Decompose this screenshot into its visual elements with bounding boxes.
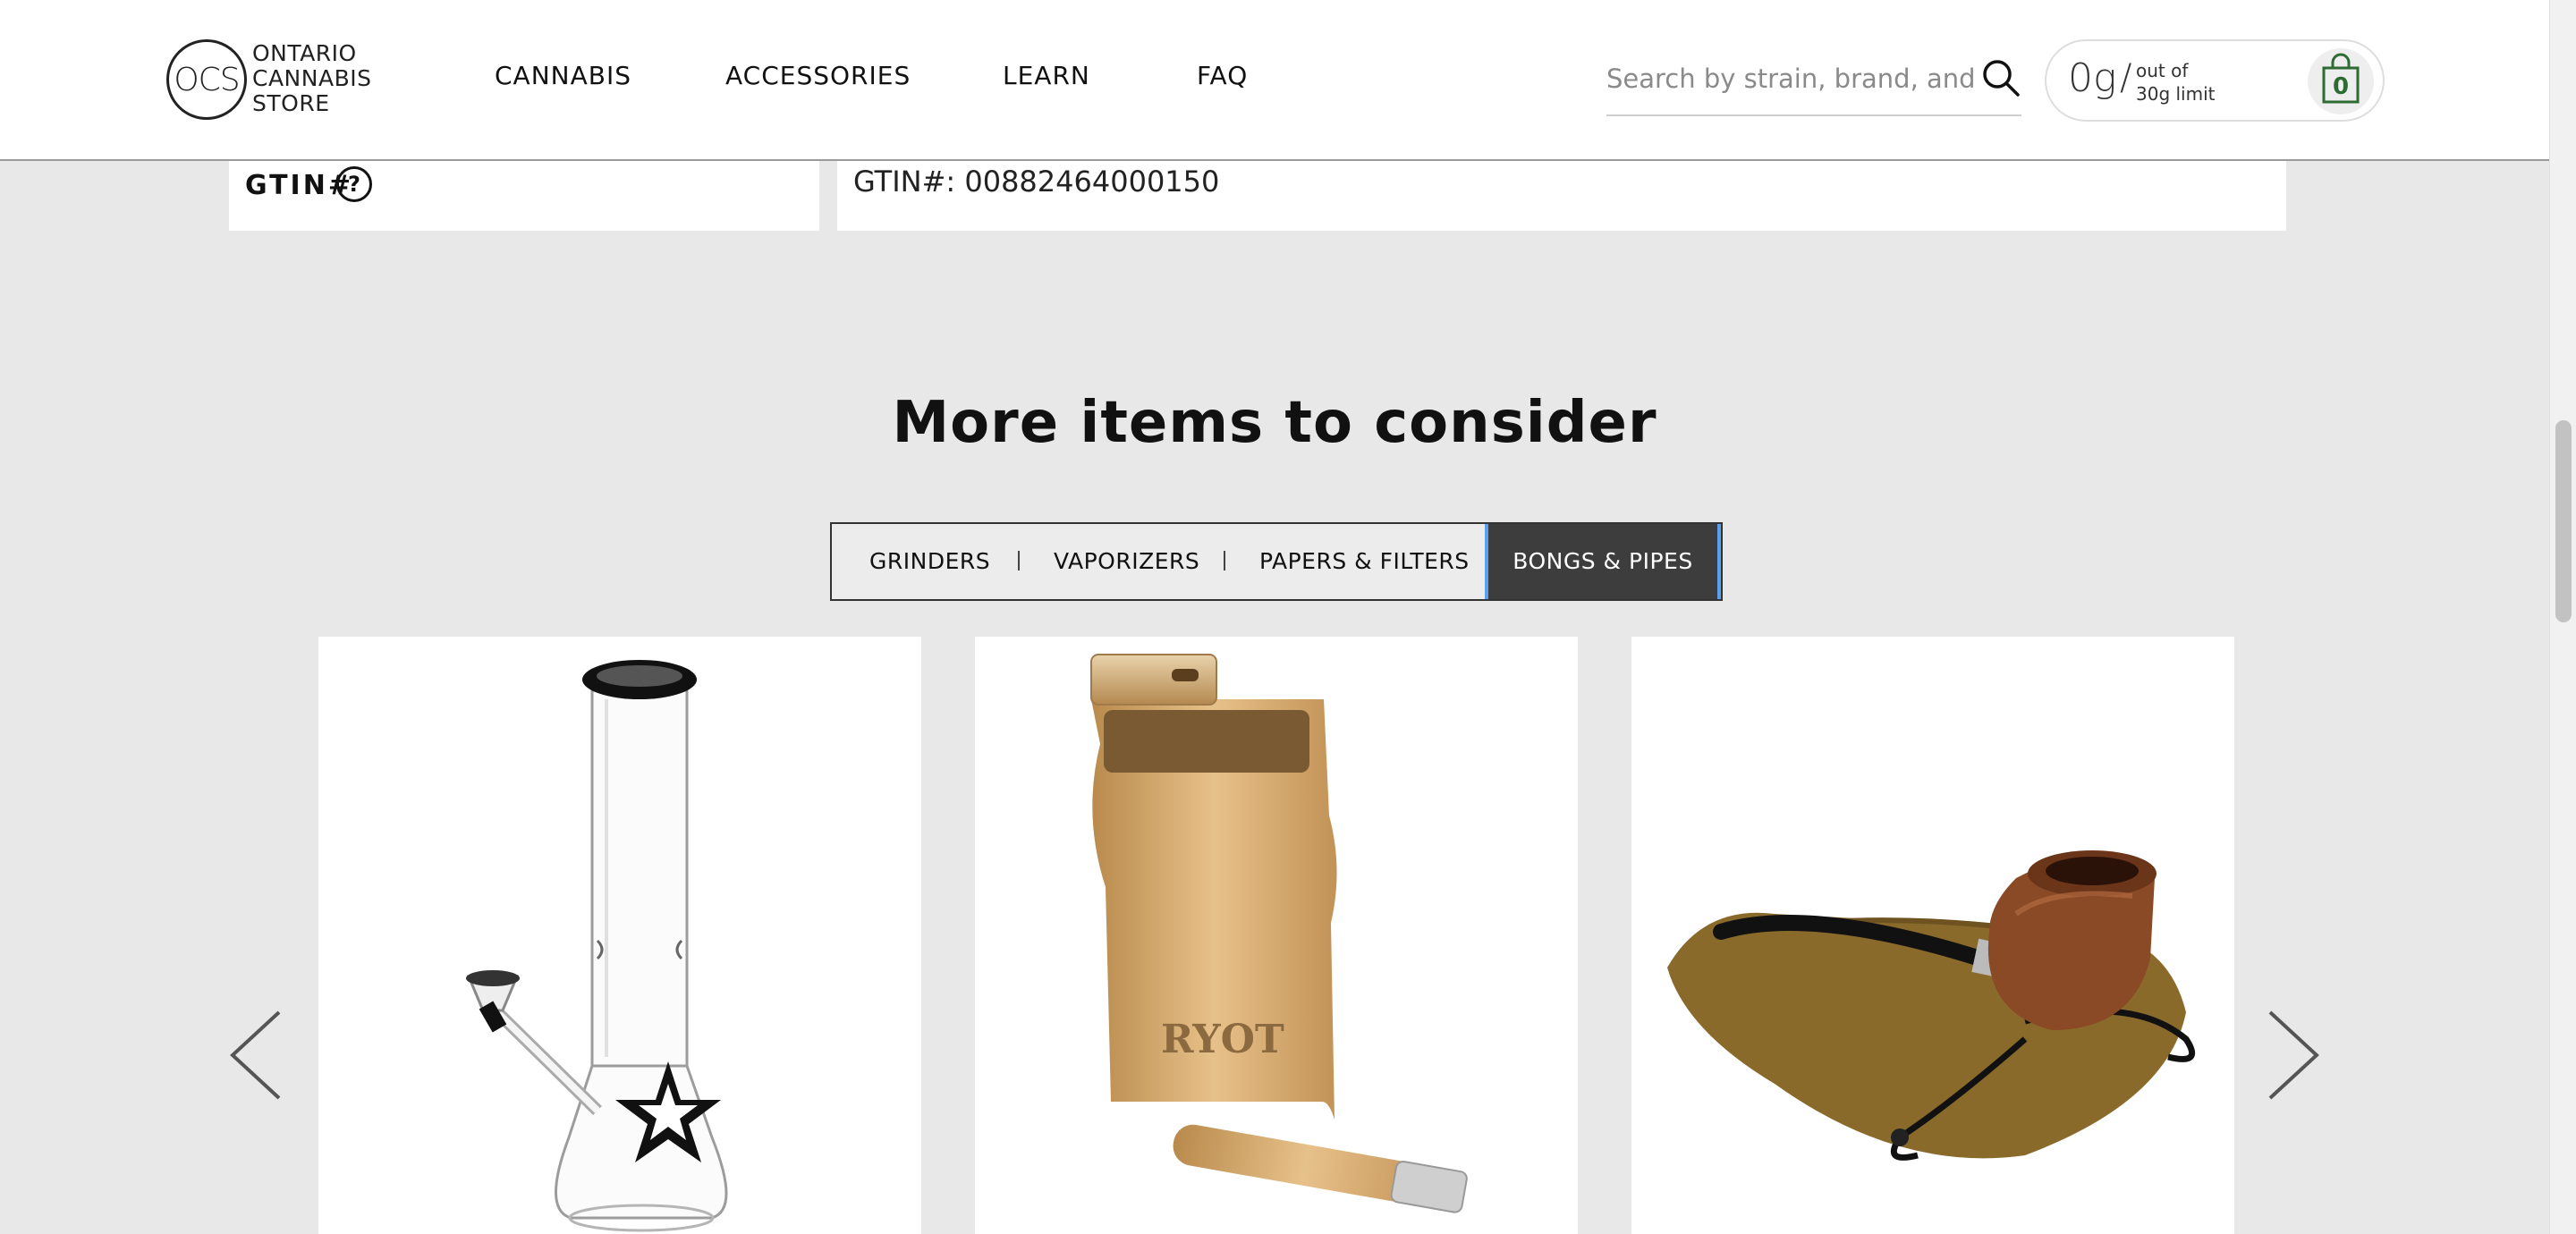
limit-amount: 0g: [2068, 55, 2117, 101]
gtin-value: GTIN#: 00882464000150: [853, 165, 1220, 199]
logo-mark: OCS: [166, 39, 247, 120]
search-bar: [1606, 54, 2021, 116]
product-card-bong[interactable]: [318, 637, 921, 1234]
scrollbar-thumb[interactable]: [2555, 420, 2572, 622]
page-scrollbar[interactable]: [2549, 0, 2576, 1234]
search-input[interactable]: [1606, 54, 1973, 104]
search-icon[interactable]: [1980, 57, 2021, 98]
cart-count: 0: [2332, 73, 2350, 100]
nav-learn[interactable]: LEARN: [1003, 61, 1090, 90]
nav-cannabis[interactable]: CANNABIS: [495, 61, 631, 90]
wooden-pipe-image: [1667, 850, 2196, 1161]
product-card-dugout[interactable]: RYOT: [975, 637, 1578, 1234]
tab-bongs-pipes[interactable]: BONGS & PIPES: [1485, 524, 1721, 599]
purchase-limit-widget[interactable]: 0g / out of 30g limit 0: [2045, 39, 2385, 122]
carousel-prev-arrow-icon[interactable]: [227, 1009, 284, 1102]
tab-vaporizers[interactable]: VAPORIZERS: [1054, 524, 1199, 599]
logo-line-1: ONTARIO: [252, 40, 357, 66]
limit-label-line-1: out of: [2136, 60, 2189, 81]
site-header: OCS ONTARIO CANNABIS STORE CANNABIS ACCE…: [0, 0, 2549, 161]
ocs-logo[interactable]: OCS ONTARIO CANNABIS STORE: [166, 39, 399, 122]
logo-line-2: CANNABIS: [252, 65, 372, 91]
limit-label: out of 30g limit: [2136, 59, 2216, 106]
product-card-pipe[interactable]: [1631, 637, 2234, 1234]
logo-line-3: STORE: [252, 90, 330, 116]
tab-grinders[interactable]: GRINDERS: [869, 524, 990, 599]
cart-button[interactable]: 0: [2308, 48, 2374, 114]
limit-label-line-2: 30g limit: [2136, 83, 2216, 105]
tab-divider: [1224, 551, 1225, 571]
bamboo-dugout-image: RYOT: [1090, 654, 1468, 1213]
help-icon[interactable]: ?: [336, 166, 372, 202]
limit-separator: /: [2120, 57, 2132, 98]
tab-divider: [1018, 551, 1020, 571]
tab-papers-filters[interactable]: PAPERS & FILTERS: [1259, 524, 1470, 599]
logo-wordmark: ONTARIO CANNABIS STORE: [252, 41, 371, 116]
carousel-next-arrow-icon[interactable]: [2265, 1009, 2322, 1102]
ryot-brand-mark: RYOT: [1161, 1017, 1284, 1062]
category-tabs: GRINDERS VAPORIZERS PAPERS & FILTERS BON…: [830, 522, 1723, 601]
glass-bong-image: [466, 660, 728, 1232]
nav-faq[interactable]: FAQ: [1197, 61, 1248, 90]
nav-accessories[interactable]: ACCESSORIES: [725, 61, 911, 90]
section-title: More items to consider: [892, 390, 1657, 456]
